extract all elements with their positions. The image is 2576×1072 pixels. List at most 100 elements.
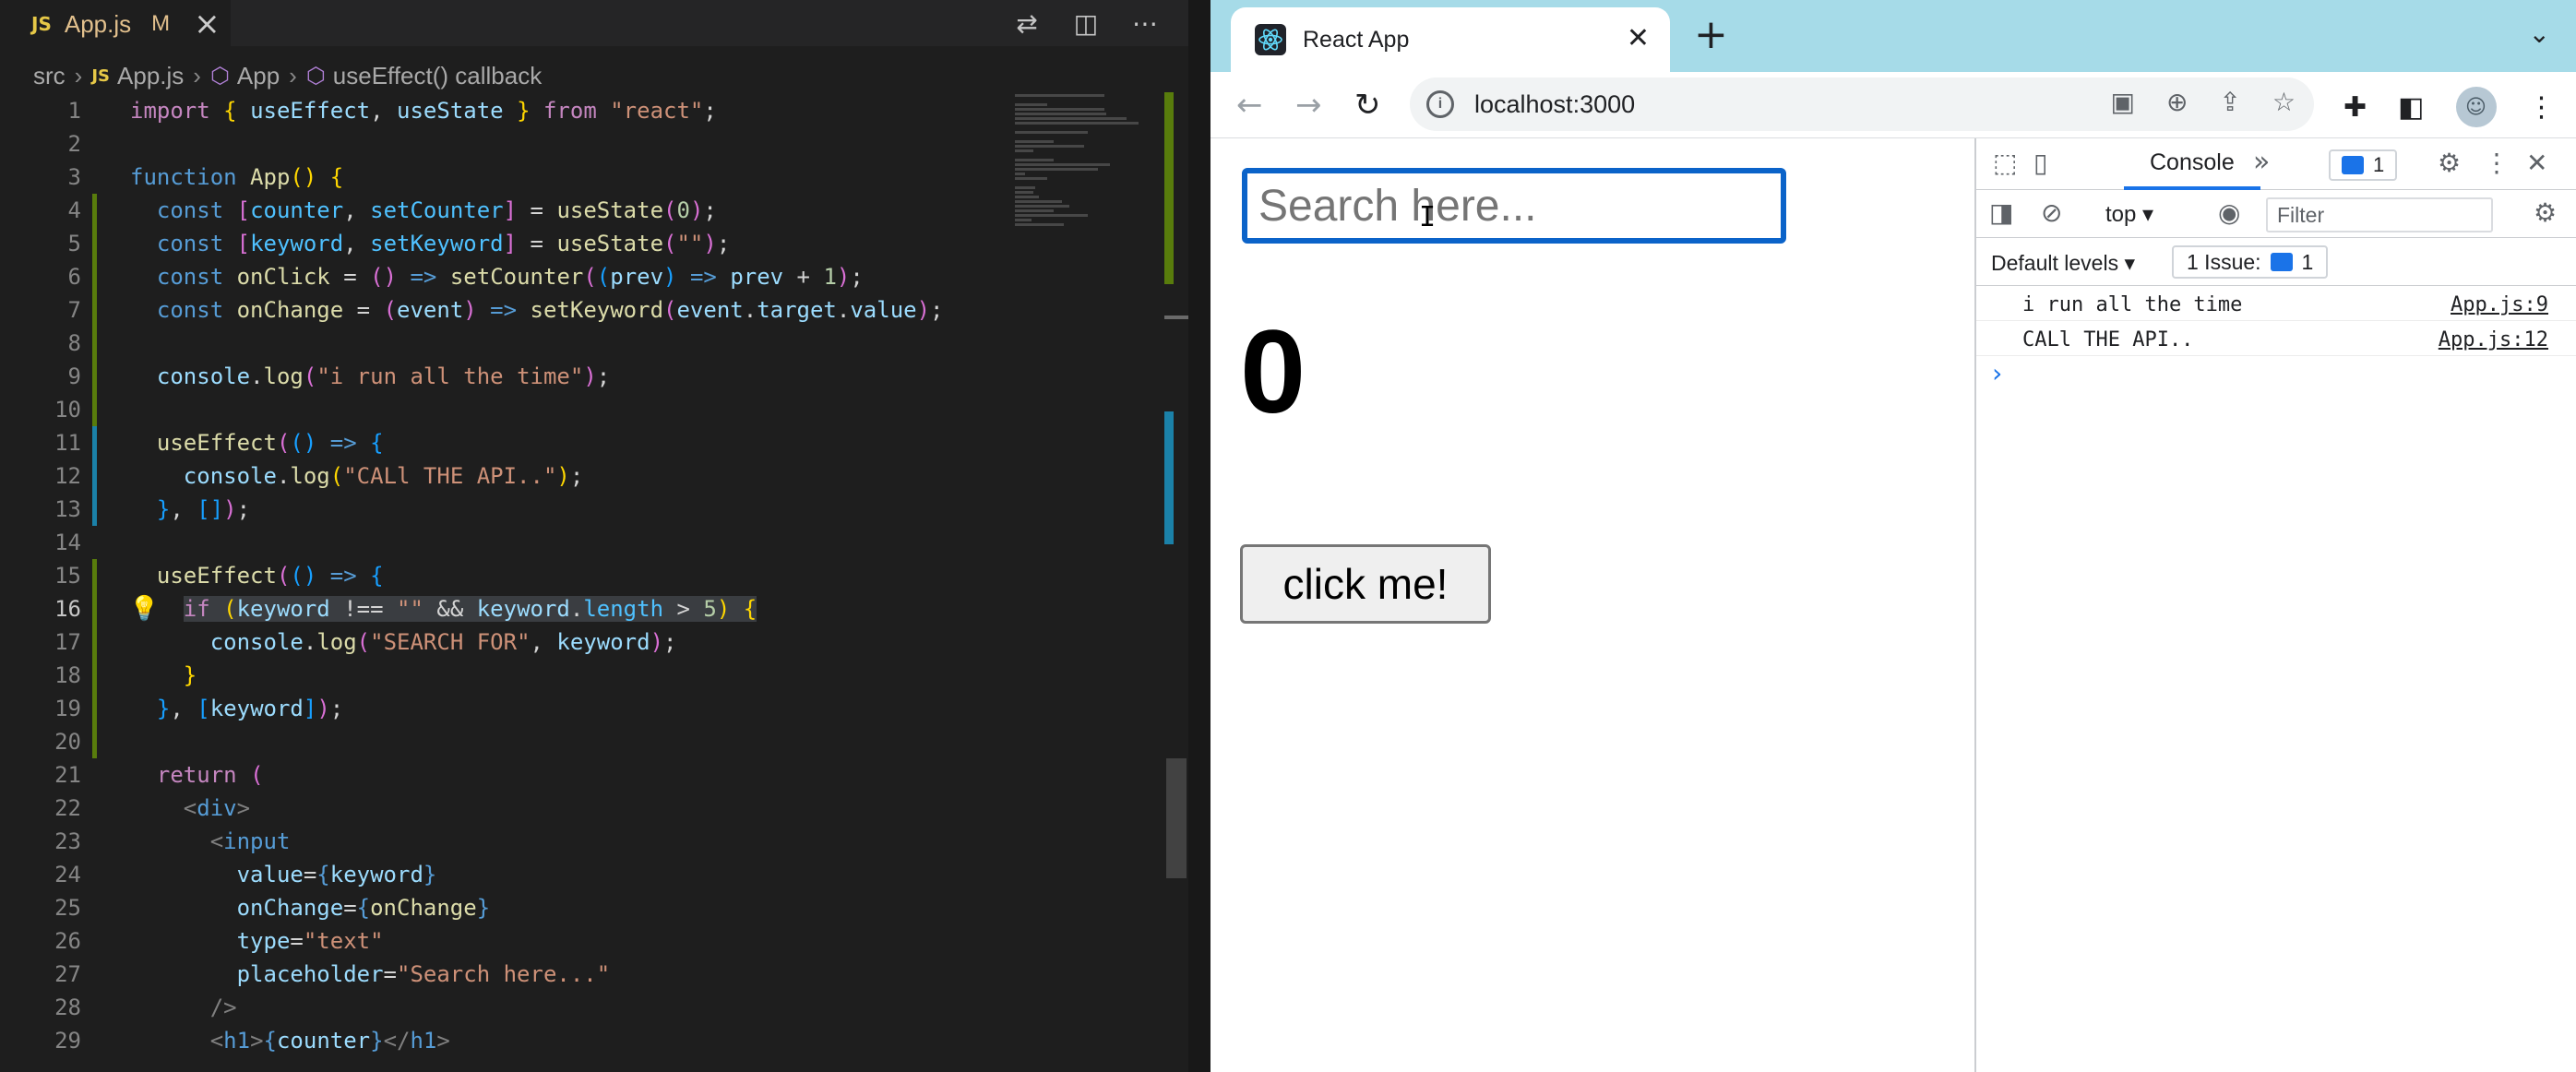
code-line[interactable]: 9 console.log("i run all the time");: [0, 360, 1015, 393]
code-line[interactable]: 21 return (: [0, 758, 1015, 792]
browser-menu-icon[interactable]: ⋮: [2528, 91, 2556, 124]
click-me-button[interactable]: click me!: [1240, 544, 1491, 624]
bookmark-star-icon[interactable]: ☆: [2272, 87, 2296, 117]
tab-search-chevron-icon[interactable]: ⌄: [2529, 18, 2550, 49]
code-line[interactable]: 15 useEffect(() => {: [0, 559, 1015, 592]
log-levels-dropdown[interactable]: Default levels ▾: [1991, 251, 2135, 276]
scrollbar-change-modified: [1164, 411, 1174, 544]
git-added-marker: [92, 725, 97, 758]
log-source-link[interactable]: App.js:12: [2439, 328, 2548, 351]
code-line[interactable]: 3 function App() {: [0, 161, 1015, 194]
extensions-puzzle-icon[interactable]: ✚: [2343, 91, 2367, 124]
code-line[interactable]: 2: [0, 127, 1015, 161]
code-line[interactable]: 8: [0, 327, 1015, 360]
minimap-line: [1015, 223, 1064, 226]
git-added-marker: [92, 625, 97, 659]
breadcrumb-symbol-callback[interactable]: useEffect() callback: [333, 62, 542, 90]
code-line[interactable]: 20: [0, 725, 1015, 758]
minimap-line: [1015, 173, 1025, 175]
breadcrumb-file[interactable]: App.js: [117, 62, 184, 90]
forward-icon[interactable]: →: [1295, 85, 1322, 125]
code-editor[interactable]: 1 import { useEffect, useState } from "re…: [0, 94, 1015, 1063]
prompt-chevron-icon: ›: [1989, 358, 2005, 388]
split-editor-icon[interactable]: ◫: [1070, 7, 1102, 39]
profile-avatar[interactable]: ☺: [2455, 87, 2497, 127]
code-line[interactable]: 22 <div>: [0, 792, 1015, 825]
device-toolbar-icon[interactable]: ▯: [2033, 148, 2047, 178]
code-line[interactable]: 28 />: [0, 991, 1015, 1024]
code-line[interactable]: 1 import { useEffect, useState } from "re…: [0, 94, 1015, 127]
console-settings-gear-icon[interactable]: ⚙: [2534, 197, 2557, 228]
more-actions-icon[interactable]: ⋯: [1129, 7, 1161, 39]
code-line[interactable]: 14: [0, 526, 1015, 559]
code-line[interactable]: 26 type="text": [0, 924, 1015, 958]
side-panel-icon[interactable]: ◧: [2398, 91, 2424, 124]
clear-console-icon[interactable]: ⊘: [2041, 197, 2062, 228]
code-line[interactable]: 19 }, [keyword]);: [0, 692, 1015, 725]
code-line[interactable]: 7 const onChange = (event) => setKeyword…: [0, 293, 1015, 327]
code-line[interactable]: 11 useEffect(() => {: [0, 426, 1015, 459]
code-text: value={keyword}: [236, 862, 437, 887]
search-input[interactable]: [1242, 168, 1786, 244]
code-line[interactable]: 23 <input: [0, 825, 1015, 858]
code-line[interactable]: 25 onChange={onChange}: [0, 891, 1015, 924]
log-source-link[interactable]: App.js:9: [2451, 293, 2548, 316]
zoom-icon[interactable]: ⊕: [2166, 87, 2188, 117]
code-line[interactable]: 18 }: [0, 659, 1015, 692]
code-line[interactable]: 17 console.log("SEARCH FOR", keyword);: [0, 625, 1015, 659]
editor-tab-appjs[interactable]: JS App.js M ×: [0, 0, 231, 46]
sidebar-toggle-icon[interactable]: ◨: [1989, 197, 2013, 228]
close-devtools-icon[interactable]: ✕: [2526, 148, 2547, 178]
text-cursor-icon: I: [1419, 201, 1437, 233]
code-line[interactable]: 10: [0, 393, 1015, 426]
messages-badge[interactable]: 1: [2329, 149, 2398, 181]
translate-icon[interactable]: ▣: [2110, 87, 2134, 117]
context-select[interactable]: top ▾: [2105, 201, 2153, 228]
settings-gear-icon[interactable]: ⚙: [2438, 148, 2461, 178]
reload-icon[interactable]: ↻: [1354, 85, 1381, 125]
code-line[interactable]: 16 💡 if (keyword !== "" && keyword.length…: [0, 592, 1015, 625]
minimap-line: [1015, 191, 1033, 194]
share-icon[interactable]: ⇪: [2219, 87, 2240, 117]
line-number: 29: [54, 1028, 81, 1054]
site-info-icon[interactable]: i: [1426, 90, 1454, 118]
devtools-menu-icon[interactable]: ⋮: [2484, 148, 2510, 178]
editor-scrollbar[interactable]: [1164, 92, 1188, 1072]
issues-button[interactable]: 1 Issue: 1: [2172, 245, 2329, 279]
symbol-function-icon: ⬡: [305, 63, 326, 89]
breadcrumb-folder[interactable]: src: [33, 62, 66, 90]
address-bar[interactable]: i localhost:3000 ▣ ⊕ ⇪ ☆: [1410, 77, 2314, 131]
browser-tab-react-app[interactable]: React App ✕: [1231, 7, 1670, 72]
filter-input[interactable]: [2266, 197, 2493, 232]
git-added-marker: [92, 393, 97, 426]
line-number: 6: [67, 264, 81, 290]
inspect-element-icon[interactable]: ⬚: [1993, 148, 2017, 178]
minimap[interactable]: [1015, 92, 1163, 258]
tab-console[interactable]: Console: [2124, 138, 2260, 190]
code-line[interactable]: 27 placeholder="Search here...": [0, 958, 1015, 991]
line-number: 16: [54, 596, 81, 622]
code-text: }: [183, 662, 197, 688]
minimap-line: [1015, 159, 1054, 161]
console-prompt-row[interactable]: ›: [1976, 356, 2576, 391]
editor-actions: ⇄ ◫ ⋯: [1011, 7, 1161, 39]
code-line[interactable]: 4 const [counter, setCounter] = useState…: [0, 194, 1015, 227]
breadcrumb-symbol-app[interactable]: App: [237, 62, 280, 90]
open-changes-icon[interactable]: ⇄: [1011, 7, 1043, 39]
window-divider[interactable]: [1188, 0, 1210, 1072]
back-icon[interactable]: ←: [1236, 85, 1263, 125]
code-text: const [counter, setCounter] = useState(0…: [156, 197, 717, 223]
close-tab-icon[interactable]: ✕: [1627, 22, 1650, 54]
live-expression-eye-icon[interactable]: ◉: [2218, 197, 2240, 228]
scrollbar-thumb[interactable]: [1166, 758, 1187, 878]
code-line[interactable]: 12 console.log("CALl THE API..");: [0, 459, 1015, 493]
close-icon[interactable]: ×: [194, 8, 221, 40]
code-line[interactable]: 13 }, []);: [0, 493, 1015, 526]
code-line[interactable]: 5 const [keyword, setKeyword] = useState…: [0, 227, 1015, 260]
code-line[interactable]: 6 const onClick = () => setCounter((prev…: [0, 260, 1015, 293]
new-tab-icon[interactable]: +: [1694, 13, 1728, 57]
code-line[interactable]: 24 value={keyword}: [0, 858, 1015, 891]
more-tabs-icon[interactable]: »: [2253, 146, 2270, 178]
git-added-marker: [92, 327, 97, 360]
code-line[interactable]: 29 <h1>{counter}</h1>: [0, 1024, 1015, 1057]
